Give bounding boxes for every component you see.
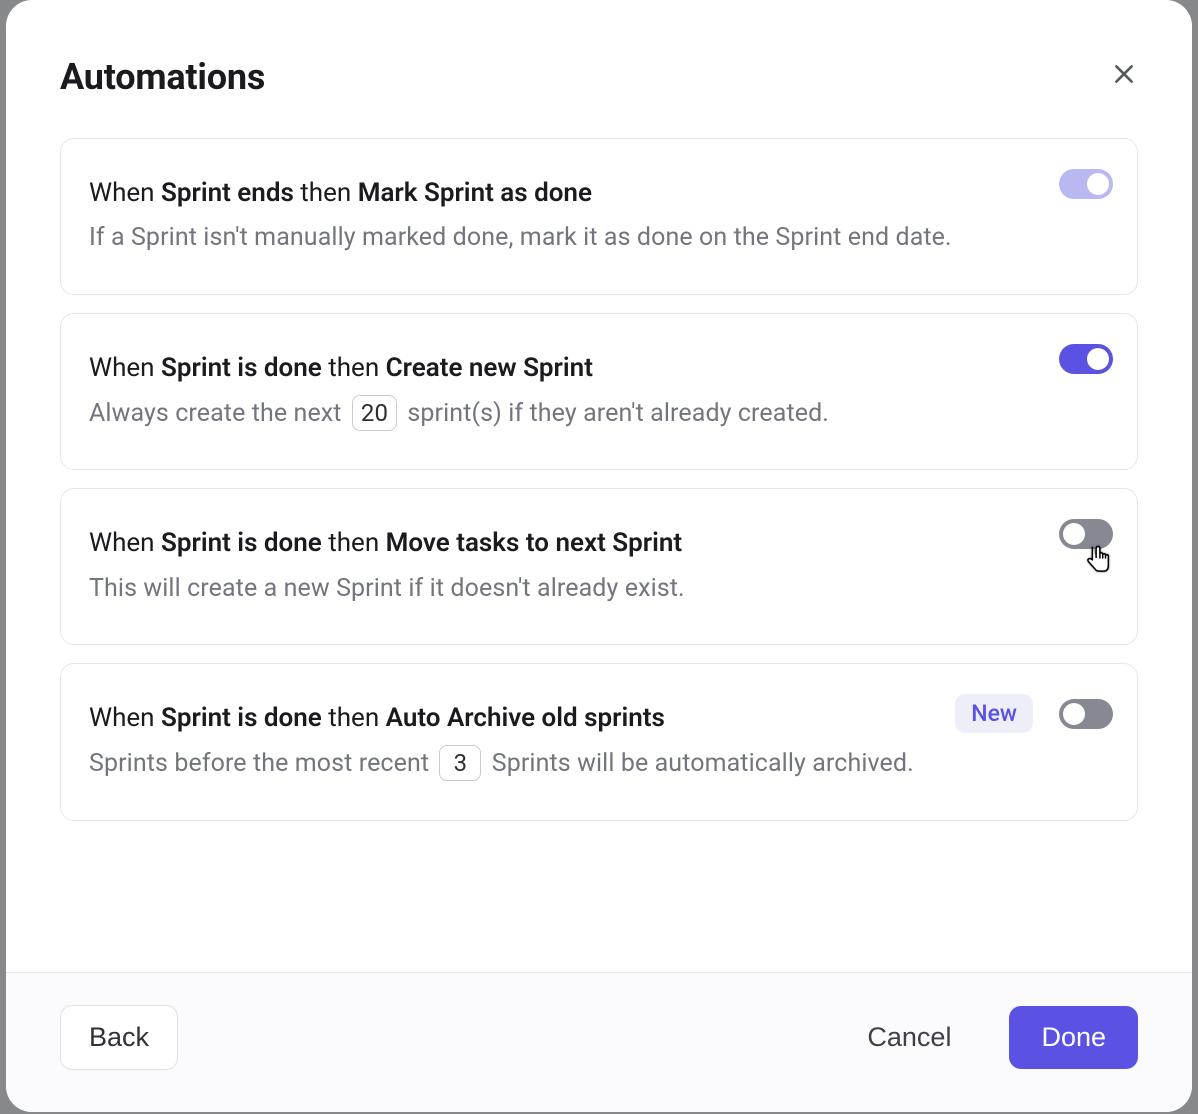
title-middle: then — [322, 703, 386, 733]
title-condition: Sprint is done — [161, 353, 322, 383]
sprint-count-input[interactable]: 20 — [352, 395, 397, 431]
modal-footer: Back Cancel Done — [6, 972, 1192, 1112]
title-action: Create new Sprint — [386, 353, 593, 383]
automation-content: When Sprint is done then Move tasks to n… — [89, 525, 1109, 608]
close-icon — [1111, 61, 1137, 87]
modal-title: Automations — [60, 56, 265, 98]
automation-card: When Sprint is done then Auto Archive ol… — [60, 663, 1138, 820]
back-button[interactable]: Back — [60, 1005, 178, 1070]
archive-count-input[interactable]: 3 — [439, 745, 481, 781]
automation-toggle[interactable] — [1059, 699, 1113, 729]
new-badge: New — [955, 694, 1033, 733]
automation-description: Always create the next 20 sprint(s) if t… — [89, 395, 989, 434]
title-condition: Sprint is done — [161, 528, 322, 558]
card-right — [1059, 519, 1113, 549]
automation-description: Sprints before the most recent 3 Sprints… — [89, 745, 989, 784]
card-right — [1059, 344, 1113, 374]
automation-toggle[interactable] — [1059, 344, 1113, 374]
automation-toggle[interactable] — [1059, 519, 1113, 549]
cancel-button[interactable]: Cancel — [839, 1006, 979, 1069]
automation-card: When Sprint is done then Move tasks to n… — [60, 488, 1138, 645]
automation-card: When Sprint is done then Create new Spri… — [60, 313, 1138, 470]
automation-description: This will create a new Sprint if it does… — [89, 570, 989, 609]
automation-title: When Sprint is done then Create new Spri… — [89, 350, 989, 386]
automation-toggle[interactable] — [1059, 169, 1113, 199]
card-right — [1059, 169, 1113, 199]
card-right: New — [955, 694, 1113, 733]
close-button[interactable] — [1106, 56, 1142, 92]
title-middle: then — [294, 178, 358, 208]
automation-card: When Sprint ends then Mark Sprint as don… — [60, 138, 1138, 295]
title-middle: then — [322, 528, 386, 558]
title-prefix: When — [89, 178, 161, 208]
title-action: Mark Sprint as done — [358, 178, 592, 208]
desc-after: Sprints will be automatically archived. — [485, 749, 913, 778]
title-action: Move tasks to next Sprint — [386, 528, 683, 558]
title-prefix: When — [89, 353, 161, 383]
automation-content: When Sprint is done then Create new Spri… — [89, 350, 1109, 433]
modal-header: Automations — [6, 0, 1192, 128]
desc-before: Sprints before the most recent — [89, 749, 435, 778]
modal-body: When Sprint ends then Mark Sprint as don… — [6, 128, 1192, 972]
done-button[interactable]: Done — [1009, 1006, 1138, 1069]
automation-content: When Sprint ends then Mark Sprint as don… — [89, 175, 1109, 258]
title-action: Auto Archive old sprints — [386, 703, 665, 733]
desc-before: Always create the next — [89, 399, 348, 428]
title-condition: Sprint ends — [161, 178, 294, 208]
automation-title: When Sprint is done then Auto Archive ol… — [89, 700, 989, 736]
automation-description: If a Sprint isn't manually marked done, … — [89, 219, 989, 258]
title-prefix: When — [89, 703, 161, 733]
automation-title: When Sprint is done then Move tasks to n… — [89, 525, 989, 561]
automation-title: When Sprint ends then Mark Sprint as don… — [89, 175, 989, 211]
automations-modal: Automations When Sprint ends then Mark S… — [6, 0, 1192, 1112]
title-middle: then — [322, 353, 386, 383]
title-condition: Sprint is done — [161, 703, 322, 733]
title-prefix: When — [89, 528, 161, 558]
desc-after: sprint(s) if they aren't already created… — [401, 399, 829, 428]
